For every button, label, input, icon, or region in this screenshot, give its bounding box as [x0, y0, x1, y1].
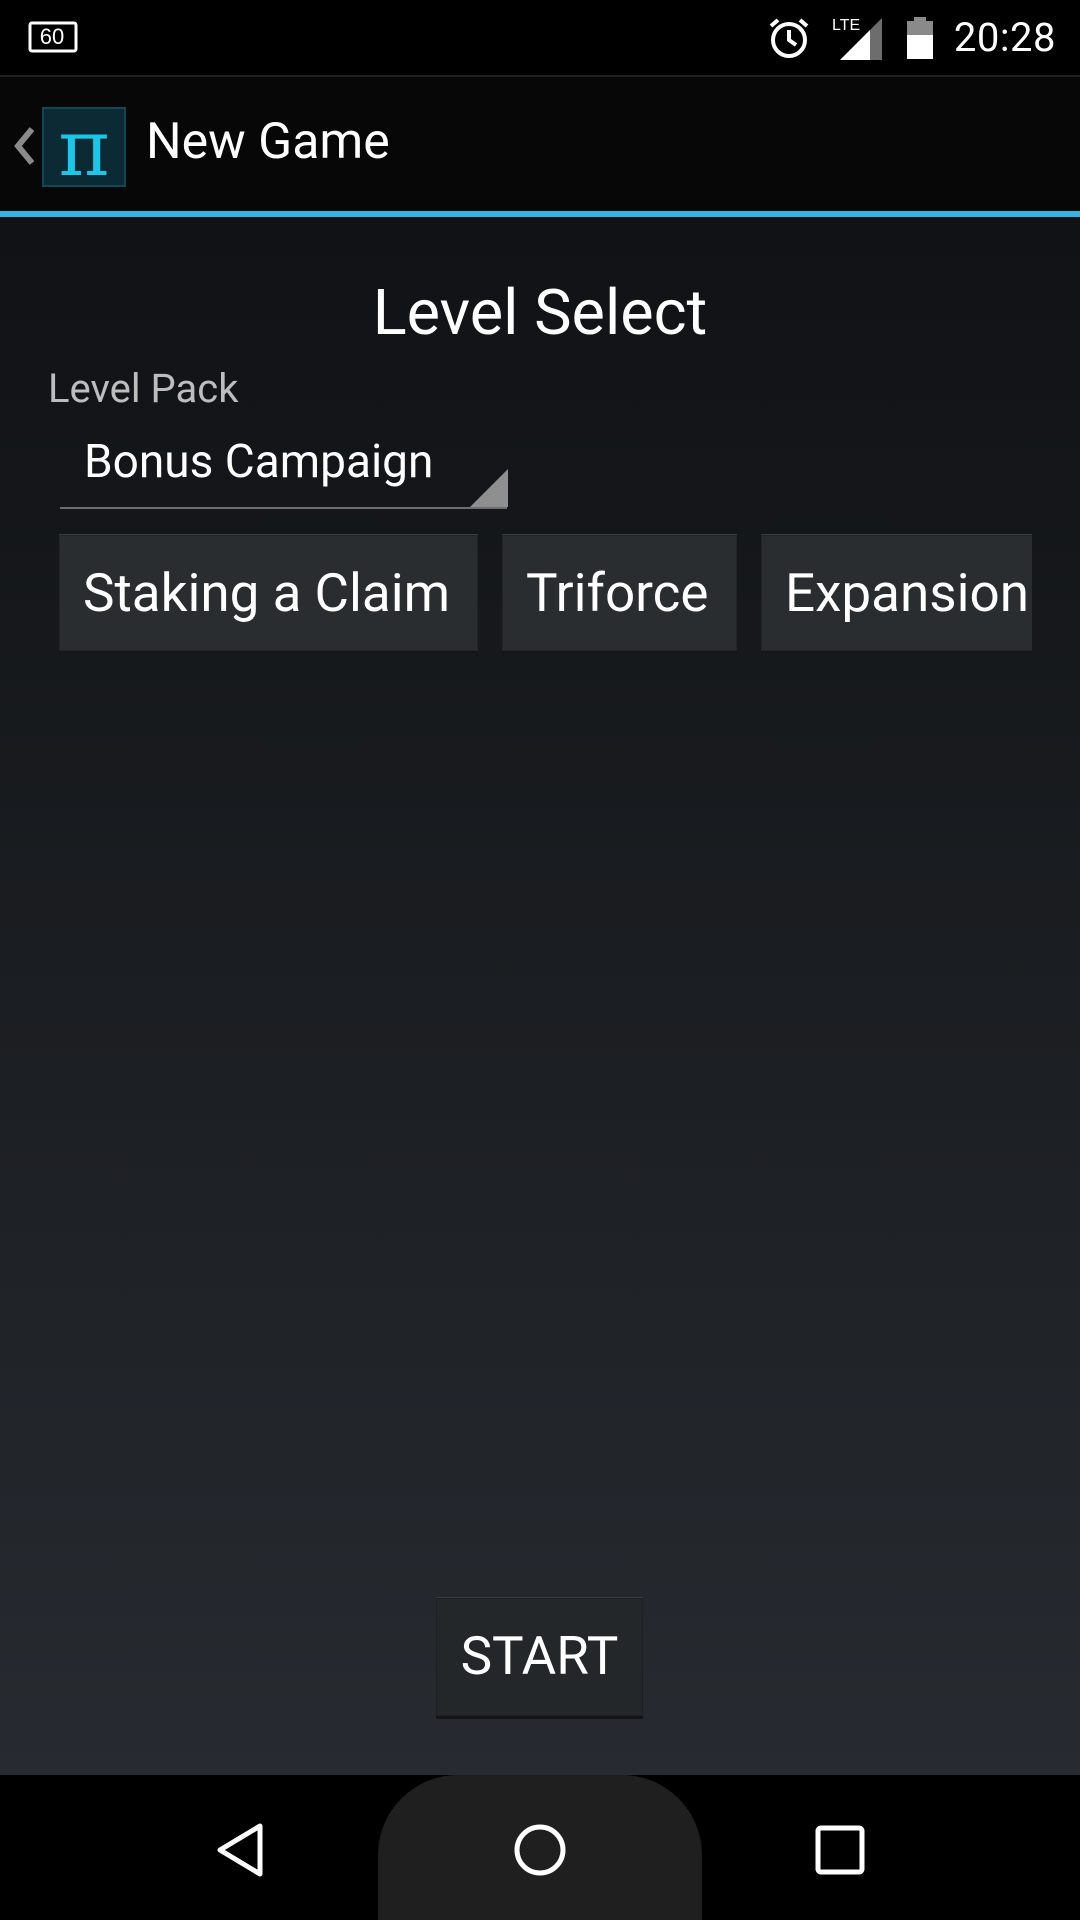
fps-60-icon: 60 — [28, 21, 78, 53]
spinner-arrow-icon — [470, 469, 508, 507]
level-button-triforce[interactable]: Triforce — [502, 534, 737, 654]
lte-signal-icon: LTE — [832, 17, 882, 60]
recents-icon[interactable] — [810, 1820, 870, 1880]
alarm-icon — [769, 17, 809, 58]
pi-glyph: π — [58, 109, 109, 185]
level-button-staking-a-claim[interactable]: Staking a Claim — [59, 534, 478, 654]
navigation-bar — [0, 1775, 1080, 1920]
back-icon[interactable] — [210, 1820, 270, 1880]
status-bar: 60 LTE 20:28 — [0, 0, 1080, 75]
page-title: Level Select — [372, 277, 708, 350]
start-button[interactable]: START — [436, 1597, 643, 1719]
fps-label: 60 — [40, 24, 64, 49]
level-pack-spinner[interactable]: Bonus Campaign — [60, 429, 508, 509]
pi-icon[interactable]: π — [42, 104, 126, 194]
action-bar-title: New Game — [146, 113, 390, 171]
status-time: 20:28 — [953, 14, 1056, 61]
network-label: LTE — [832, 17, 860, 34]
level-button-expansion[interactable]: Expansion — [761, 534, 1032, 654]
home-icon[interactable] — [510, 1820, 570, 1880]
level-pack-label: Level Pack — [48, 365, 239, 412]
status-icons: LTE 20:28 — [766, 0, 1056, 75]
screen: 60 LTE 20:28 π New Game Level Select Lev… — [0, 0, 1080, 1920]
level-list: Staking a Claim Triforce Expansion — [59, 534, 1032, 656]
action-bar: π New Game — [0, 75, 1080, 213]
up-caret-icon[interactable] — [10, 121, 40, 171]
level-select-content: Level Select Level Pack Bonus Campaign S… — [0, 217, 1080, 1775]
battery-icon — [906, 16, 933, 59]
level-pack-value: Bonus Campaign — [84, 435, 434, 489]
